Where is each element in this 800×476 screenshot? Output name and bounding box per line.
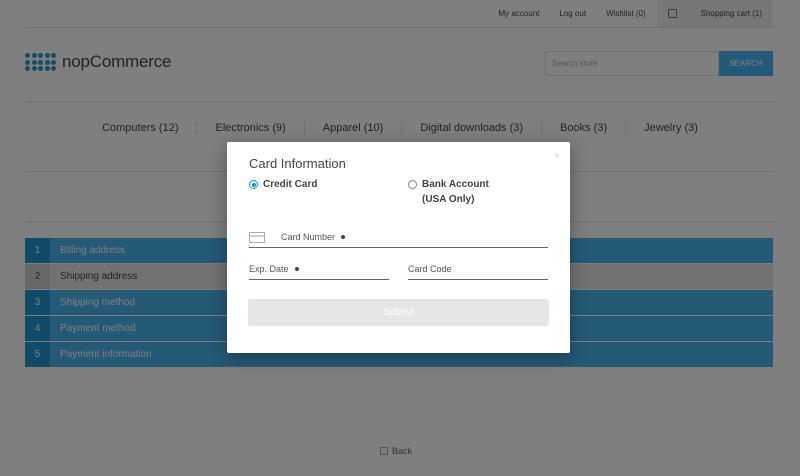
back-icon (380, 447, 388, 455)
card-number-field[interactable]: Card Number (249, 227, 548, 248)
exp-date-label: Exp. Date (249, 264, 289, 274)
card-code-field[interactable]: Card Code (408, 259, 548, 280)
dialog-title: Card Information (249, 156, 346, 171)
exp-date-field[interactable]: Exp. Date (249, 259, 389, 280)
card-number-label: Card Number (281, 232, 336, 242)
card-code-label: Card Code (408, 264, 452, 274)
submit-button[interactable]: Submit (248, 299, 549, 326)
required-indicator-icon (341, 235, 346, 239)
bank-account-note: (USA Only) (422, 194, 475, 205)
close-icon[interactable]: × (554, 151, 560, 162)
credit-card-option[interactable]: Credit Card (249, 177, 317, 192)
credit-card-icon (249, 231, 265, 243)
back-label: Back (392, 446, 413, 456)
radio-unselected-icon[interactable] (408, 180, 417, 189)
card-information-dialog: Card Information × Credit Card Bank Acco… (227, 142, 570, 353)
credit-card-label: Credit Card (263, 179, 318, 190)
bank-account-label: Bank Account (422, 179, 489, 190)
back-link[interactable]: Back (380, 446, 412, 456)
required-indicator-icon (294, 267, 299, 271)
radio-selected-icon[interactable] (249, 180, 258, 189)
bank-account-option[interactable]: Bank Account (USA Only) (408, 177, 489, 207)
